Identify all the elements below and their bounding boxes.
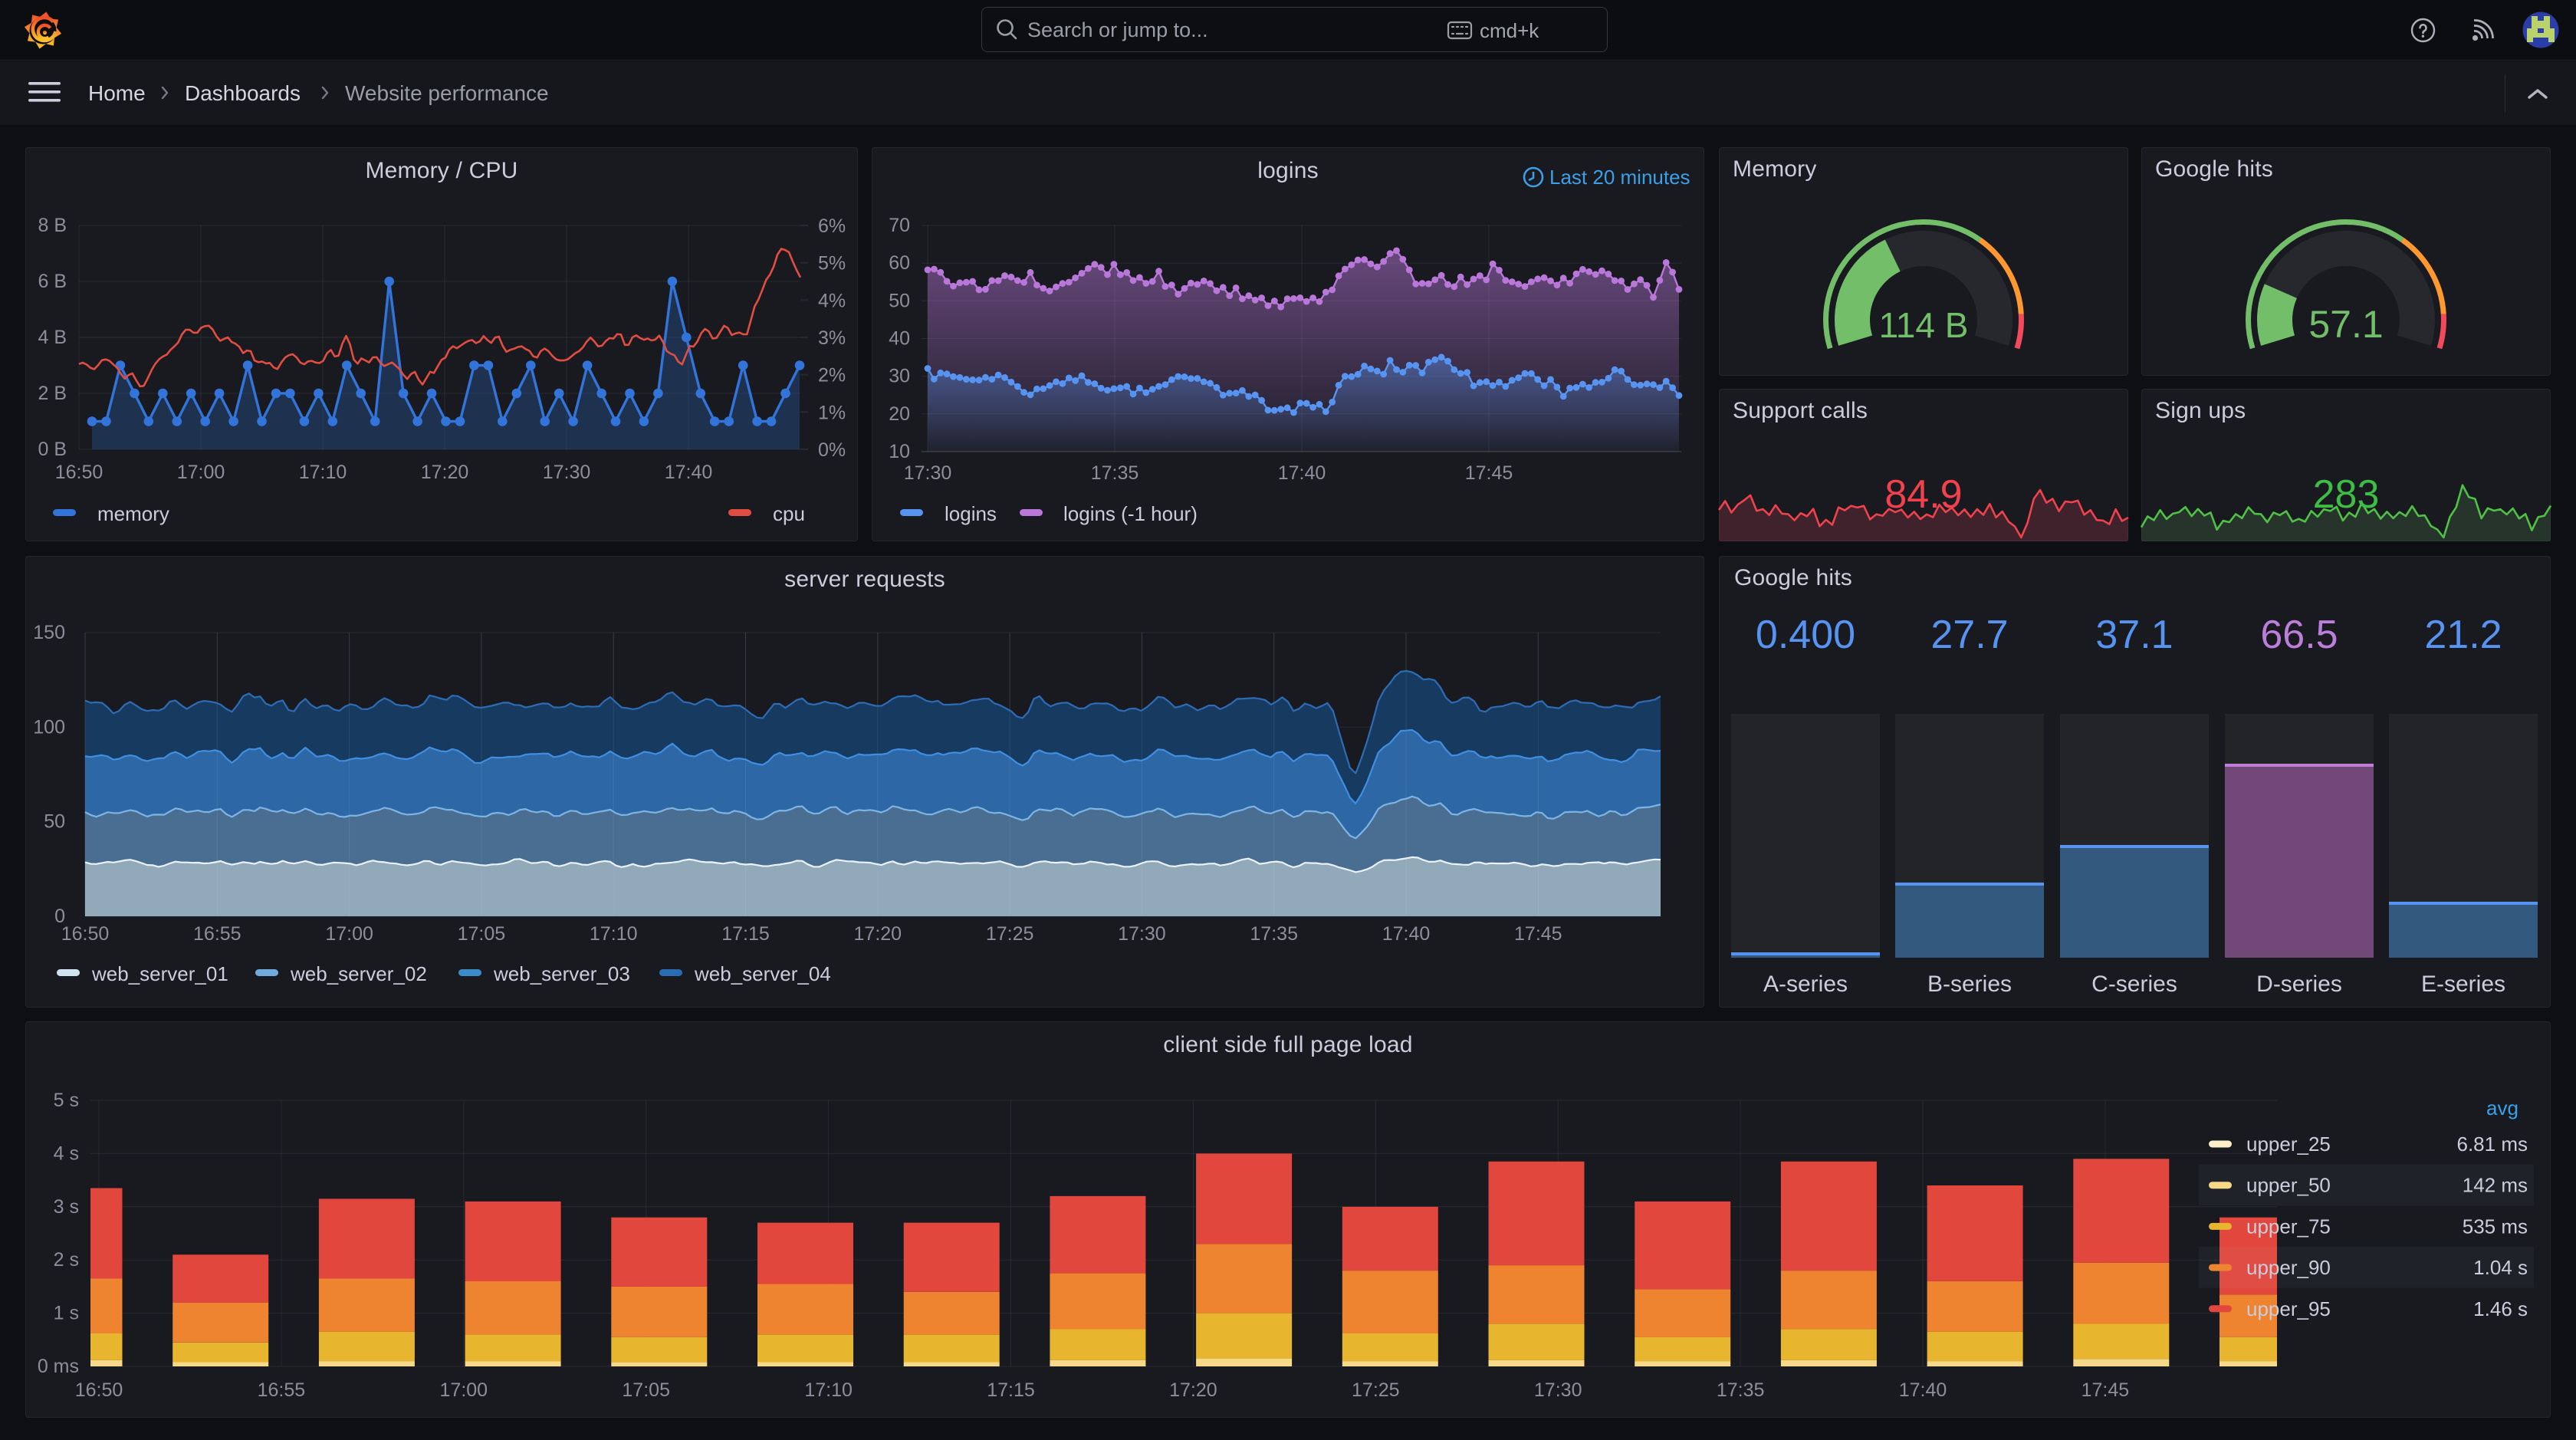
svg-text:57.1: 57.1 xyxy=(2308,303,2383,346)
svg-text:37.1: 37.1 xyxy=(2095,613,2173,657)
svg-text:1%: 1% xyxy=(818,402,846,423)
svg-text:17:25: 17:25 xyxy=(986,923,1034,945)
svg-text:17:05: 17:05 xyxy=(458,923,506,945)
svg-text:16:55: 16:55 xyxy=(193,923,242,945)
svg-text:5 s: 5 s xyxy=(54,1090,79,1111)
svg-text:logins: logins xyxy=(945,502,997,525)
svg-text:17:30: 17:30 xyxy=(543,462,591,483)
svg-text:20: 20 xyxy=(889,403,910,425)
svg-text:50: 50 xyxy=(889,290,910,311)
svg-text:2 B: 2 B xyxy=(38,383,67,404)
svg-text:2 s: 2 s xyxy=(54,1249,79,1271)
svg-text:535 ms: 535 ms xyxy=(2463,1215,2528,1238)
svg-text:10: 10 xyxy=(889,441,910,462)
svg-text:16:50: 16:50 xyxy=(61,923,110,945)
svg-text:upper_75: upper_75 xyxy=(2246,1215,2331,1238)
svg-text:40: 40 xyxy=(889,328,910,350)
svg-text:3 s: 3 s xyxy=(54,1196,79,1218)
svg-text:27.7: 27.7 xyxy=(1930,613,2008,657)
svg-text:66.5: 66.5 xyxy=(2260,613,2338,657)
svg-text:60: 60 xyxy=(889,252,910,274)
svg-text:17:10: 17:10 xyxy=(299,462,347,483)
svg-text:17:25: 17:25 xyxy=(1352,1379,1400,1401)
svg-text:17:35: 17:35 xyxy=(1717,1379,1765,1401)
svg-text:3%: 3% xyxy=(818,327,846,349)
svg-text:17:20: 17:20 xyxy=(1169,1379,1217,1401)
svg-text:17:45: 17:45 xyxy=(1465,462,1513,484)
svg-text:B-series: B-series xyxy=(1927,972,2012,997)
svg-text:memory: memory xyxy=(97,502,169,525)
svg-text:4 s: 4 s xyxy=(54,1142,79,1164)
svg-text:17:30: 17:30 xyxy=(1118,923,1166,945)
svg-text:150: 150 xyxy=(33,622,65,643)
svg-text:142 ms: 142 ms xyxy=(2463,1174,2528,1197)
svg-text:0 ms: 0 ms xyxy=(38,1356,79,1377)
svg-text:16:55: 16:55 xyxy=(258,1379,306,1401)
svg-text:17:40: 17:40 xyxy=(1382,923,1431,945)
svg-text:1 s: 1 s xyxy=(54,1303,79,1324)
svg-text:2%: 2% xyxy=(818,365,846,386)
svg-text:upper_90: upper_90 xyxy=(2246,1256,2331,1279)
svg-text:17:20: 17:20 xyxy=(854,923,902,945)
svg-text:21.2: 21.2 xyxy=(2424,613,2502,657)
svg-text:upper_50: upper_50 xyxy=(2246,1174,2331,1197)
svg-text:cpu: cpu xyxy=(773,502,805,525)
svg-text:upper_25: upper_25 xyxy=(2246,1133,2331,1156)
svg-text:1.04 s: 1.04 s xyxy=(2473,1256,2528,1279)
svg-text:17:15: 17:15 xyxy=(987,1379,1035,1401)
svg-text:17:35: 17:35 xyxy=(1250,923,1298,945)
svg-text:E-series: E-series xyxy=(2421,972,2505,997)
svg-text:17:45: 17:45 xyxy=(2082,1379,2130,1401)
svg-text:0 B: 0 B xyxy=(38,439,67,460)
svg-text:0%: 0% xyxy=(818,439,846,461)
svg-text:4%: 4% xyxy=(818,290,846,311)
svg-text:upper_95: upper_95 xyxy=(2246,1297,2331,1320)
svg-text:17:30: 17:30 xyxy=(1534,1379,1582,1401)
svg-text:17:05: 17:05 xyxy=(622,1379,670,1401)
svg-text:17:15: 17:15 xyxy=(721,923,770,945)
svg-text:17:10: 17:10 xyxy=(590,923,638,945)
svg-text:17:00: 17:00 xyxy=(440,1379,488,1401)
svg-text:17:45: 17:45 xyxy=(1514,923,1562,945)
svg-text:17:40: 17:40 xyxy=(1278,462,1326,484)
svg-text:C-series: C-series xyxy=(2091,972,2177,997)
svg-text:17:00: 17:00 xyxy=(325,923,373,945)
svg-text:17:35: 17:35 xyxy=(1091,462,1139,484)
svg-text:17:10: 17:10 xyxy=(804,1379,853,1401)
svg-text:A-series: A-series xyxy=(1763,972,1848,997)
svg-text:4 B: 4 B xyxy=(38,327,67,348)
svg-text:web_server_02: web_server_02 xyxy=(290,962,427,985)
svg-text:6 B: 6 B xyxy=(38,271,67,292)
svg-text:16:50: 16:50 xyxy=(55,462,104,483)
svg-text:16:50: 16:50 xyxy=(75,1379,123,1401)
svg-text:avg: avg xyxy=(2486,1096,2518,1119)
svg-text:17:20: 17:20 xyxy=(421,462,469,483)
svg-text:8 B: 8 B xyxy=(38,215,67,236)
svg-text:70: 70 xyxy=(889,215,910,236)
svg-text:30: 30 xyxy=(889,366,910,387)
svg-text:1.46 s: 1.46 s xyxy=(2473,1297,2528,1320)
svg-text:17:00: 17:00 xyxy=(177,462,225,483)
svg-text:6.81 ms: 6.81 ms xyxy=(2457,1133,2528,1156)
svg-text:114 B: 114 B xyxy=(1879,305,1969,345)
svg-text:17:40: 17:40 xyxy=(1899,1379,1947,1401)
svg-text:17:30: 17:30 xyxy=(904,462,952,484)
svg-text:5%: 5% xyxy=(818,253,846,275)
svg-text:17:40: 17:40 xyxy=(665,462,713,483)
svg-text:6%: 6% xyxy=(818,215,846,237)
svg-text:logins (-1 hour): logins (-1 hour) xyxy=(1063,502,1198,525)
svg-text:D-series: D-series xyxy=(2256,972,2342,997)
svg-text:web_server_03: web_server_03 xyxy=(493,962,630,985)
svg-text:100: 100 xyxy=(33,716,65,738)
svg-text:web_server_01: web_server_01 xyxy=(91,962,228,985)
svg-text:web_server_04: web_server_04 xyxy=(694,962,831,985)
svg-text:50: 50 xyxy=(44,811,65,833)
svg-text:0.400: 0.400 xyxy=(1756,613,1855,657)
